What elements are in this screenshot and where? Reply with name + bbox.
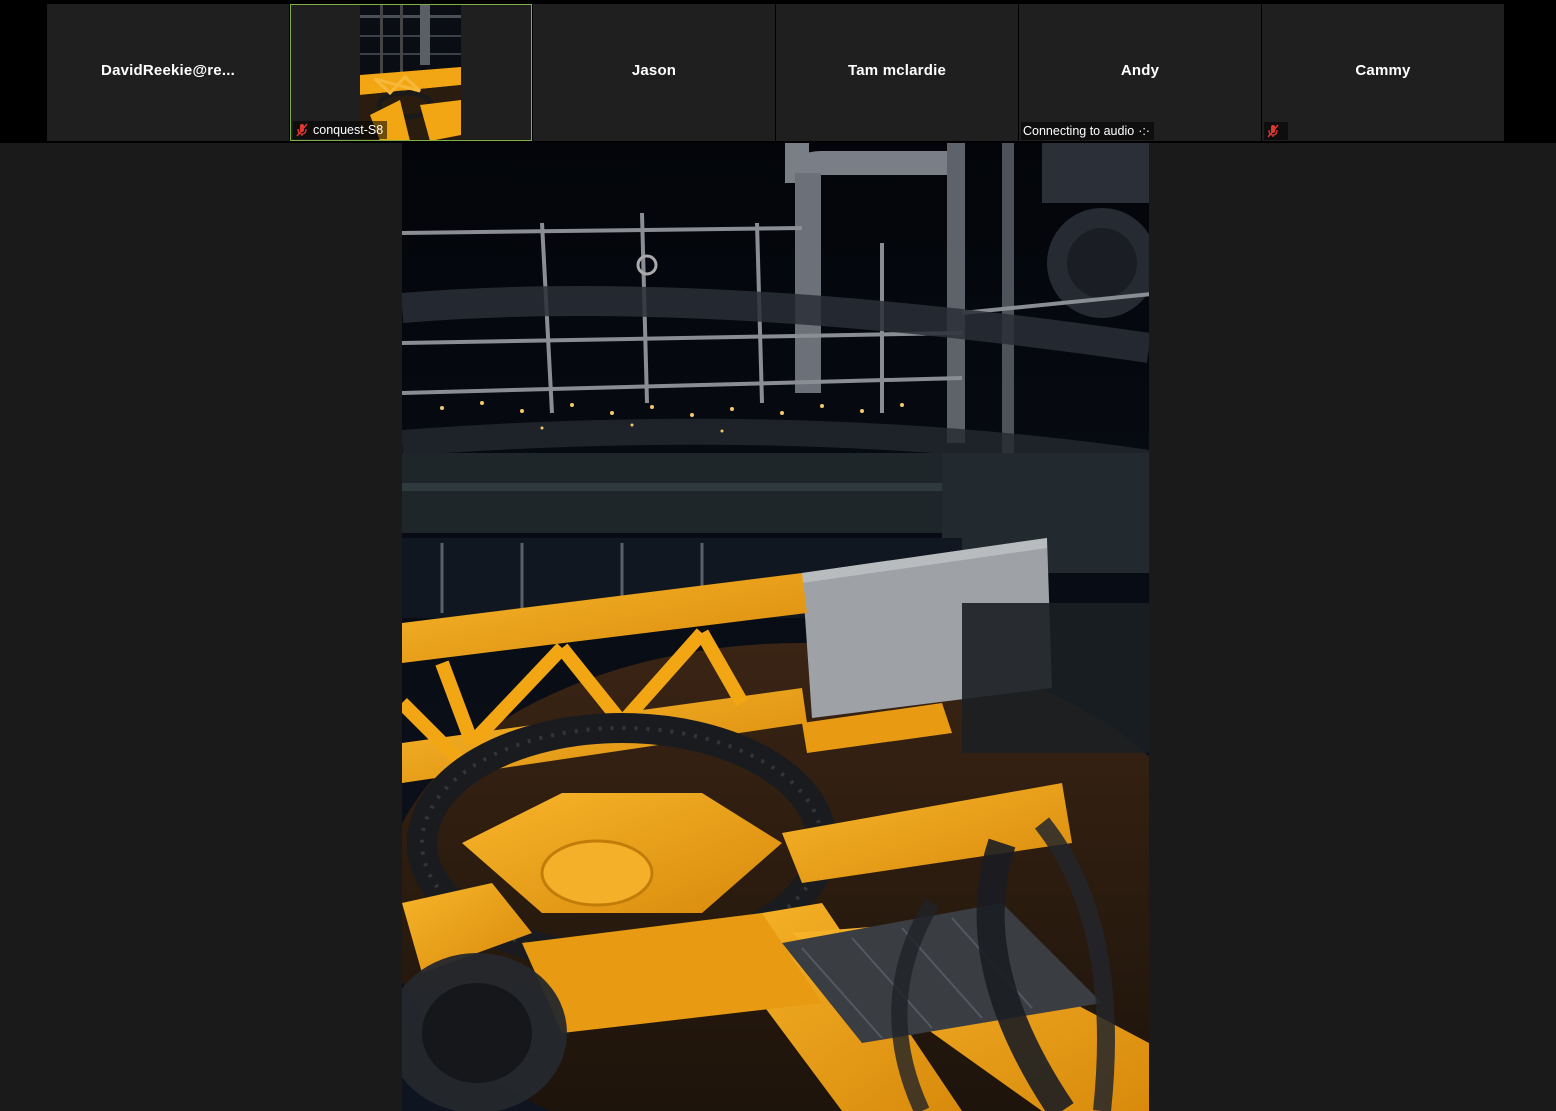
participant-tile-davidreekie[interactable]: DavidReekie@re...: [47, 4, 289, 141]
loading-dots-icon: ·:·: [1138, 124, 1151, 138]
participant-tile-jason[interactable]: Jason: [533, 4, 775, 141]
participant-name: DavidReekie@re...: [101, 62, 235, 79]
participant-name: Jason: [631, 62, 677, 79]
participant-device-name: conquest-S8: [313, 123, 384, 137]
participant-tiles: DavidReekie@re... conquest-S8 Jason Tam …: [47, 4, 1504, 141]
participant-tile-cammy[interactable]: Cammy: [1262, 4, 1504, 141]
participant-label: [1264, 122, 1288, 140]
participant-label: conquest-S8: [293, 121, 388, 139]
connecting-audio-status: Connecting to audio: [1023, 124, 1135, 138]
participant-name: Cammy: [1355, 62, 1411, 79]
active-speaker-video[interactable]: [402, 143, 1149, 1111]
participant-label: Connecting to audio ·:·: [1021, 122, 1155, 140]
participant-gallery-strip: DavidReekie@re... conquest-S8 Jason Tam …: [0, 0, 1556, 143]
meeting-window: DavidReekie@re... conquest-S8 Jason Tam …: [0, 0, 1556, 1111]
video-frame-illustration: [402, 143, 1149, 1111]
microphone-muted-icon: [295, 123, 309, 137]
participant-name: Tam mclardie: [848, 62, 946, 79]
participant-tile-andy[interactable]: Andy Connecting to audio ·:·: [1019, 4, 1261, 141]
participant-tile-tam-mclardie[interactable]: Tam mclardie: [776, 4, 1018, 141]
microphone-muted-icon: [1266, 124, 1280, 138]
participant-name: Andy: [1120, 62, 1160, 79]
participant-tile-conquest-s8[interactable]: conquest-S8: [290, 4, 532, 141]
